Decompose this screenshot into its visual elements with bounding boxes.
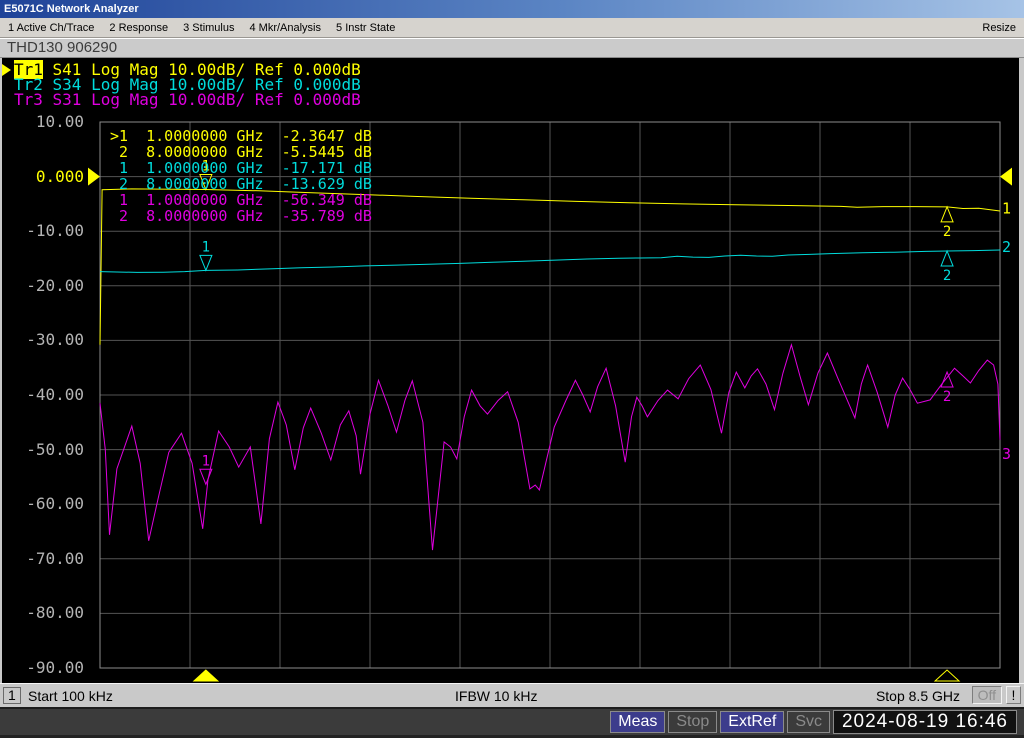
marker-triangle-icon	[940, 370, 954, 388]
marker-number-label: 2	[943, 268, 951, 284]
trace-params: S31 Log Mag 10.00dB/ Ref 0.000dB	[42, 90, 361, 109]
y-axis-label: 0.000	[35, 166, 84, 186]
clock: 2024-08-19 16:46	[832, 710, 1017, 734]
menu-item-5[interactable]: 5 Instr State	[336, 22, 395, 34]
trigger-off-indicator: Off	[971, 686, 1002, 704]
trace-number-label: 3	[1002, 445, 1011, 463]
status-svc: Svc	[787, 711, 830, 733]
y-axis-label: -30.00	[26, 330, 84, 350]
trace-number-label: 2	[1002, 238, 1011, 256]
trace-legend-tr3[interactable]: Tr3 S31 Log Mag 10.00dB/ Ref 0.000dB	[14, 90, 361, 109]
menu-item-2[interactable]: 2 Response	[109, 22, 168, 34]
marker-number-label: 2	[943, 389, 951, 405]
y-axis-label: -20.00	[26, 275, 84, 295]
instrument-label-bar: THD130 906290	[0, 38, 1024, 58]
active-trace-arrow-icon	[2, 64, 11, 76]
trace-id: Tr3	[14, 90, 43, 109]
marker-table-row: 2 8.0000000 GHz -5.5445 dB	[110, 143, 372, 161]
stop-frequency-label: Stop 8.5 GHz	[875, 688, 960, 704]
status-extref: ExtRef	[720, 711, 785, 733]
menu-item-3[interactable]: 3 Stimulus	[183, 22, 234, 34]
ref-level-arrow-right	[1000, 167, 1012, 186]
analyzer-window: E5071C Network Analyzer 1 Active Ch/Trac…	[0, 0, 1024, 738]
marker-table-row: 2 8.0000000 GHz -13.629 dB	[110, 175, 372, 193]
marker-table-row: 1 1.0000000 GHz -56.349 dB	[110, 191, 372, 209]
menu-bar: 1 Active Ch/Trace 2 Response 3 Stimulus 4 M…	[0, 18, 1024, 38]
channel-status-bar: 1 Start 100 kHz IFBW 10 kHz Stop 8.5 GHz…	[0, 683, 1024, 707]
stimulus-marker-icon	[933, 669, 961, 682]
y-axis-label: -10.00	[26, 221, 84, 241]
error-indicator: !	[1006, 686, 1021, 704]
marker-triangle-icon	[940, 205, 954, 223]
menu-item-1[interactable]: 1 Active Ch/Trace	[8, 22, 94, 34]
status-stop: Stop	[668, 711, 718, 733]
y-axis-label: -40.00	[26, 385, 84, 404]
resize-button[interactable]: Resize	[982, 22, 1016, 34]
status-meas: Meas	[610, 711, 666, 733]
y-axis-label: 10.00	[35, 112, 84, 131]
y-axis-label: -50.00	[26, 439, 84, 459]
marker-number-label: 1	[202, 239, 210, 255]
marker-number-label: 2	[943, 224, 951, 240]
trace-number-label: 1	[1002, 199, 1011, 217]
ifbw-label: IFBW 10 kHz	[455, 688, 538, 704]
y-axis-label: -80.00	[26, 603, 84, 623]
screen-left-bezel	[0, 58, 2, 683]
analyzer-screen: 112212312 Tr1 S41 Log Mag 10.00dB/ Ref 0…	[0, 58, 1024, 683]
instrument-status-bar: Meas Stop ExtRef Svc 2024-08-19 16:46	[0, 709, 1024, 738]
marker-triangle-icon	[940, 249, 954, 267]
y-axis-label: -90.00	[26, 658, 84, 677]
marker-table-row: 2 8.0000000 GHz -35.789 dB	[110, 207, 372, 225]
marker-table-row: >1 1.0000000 GHz -2.3647 dB	[110, 127, 372, 145]
stimulus-marker-icon	[192, 669, 220, 682]
ref-level-arrow-left	[88, 167, 100, 186]
y-axis-label: -60.00	[26, 494, 84, 514]
channel-indicator: 1	[3, 687, 21, 704]
start-frequency-label: Start 100 kHz	[28, 688, 113, 704]
window-title: E5071C Network Analyzer	[4, 3, 139, 15]
marker-number-label: 1	[202, 453, 210, 469]
screen-right-bezel	[1019, 58, 1024, 683]
instrument-label: THD130 906290	[7, 39, 118, 56]
marker-triangle-icon	[199, 254, 213, 272]
menu-item-4[interactable]: 4 Mkr/Analysis	[249, 22, 321, 34]
y-axis-label: -70.00	[26, 548, 84, 568]
marker-table-row: 1 1.0000000 GHz -17.171 dB	[110, 159, 372, 177]
window-titlebar[interactable]: E5071C Network Analyzer	[0, 0, 1024, 18]
